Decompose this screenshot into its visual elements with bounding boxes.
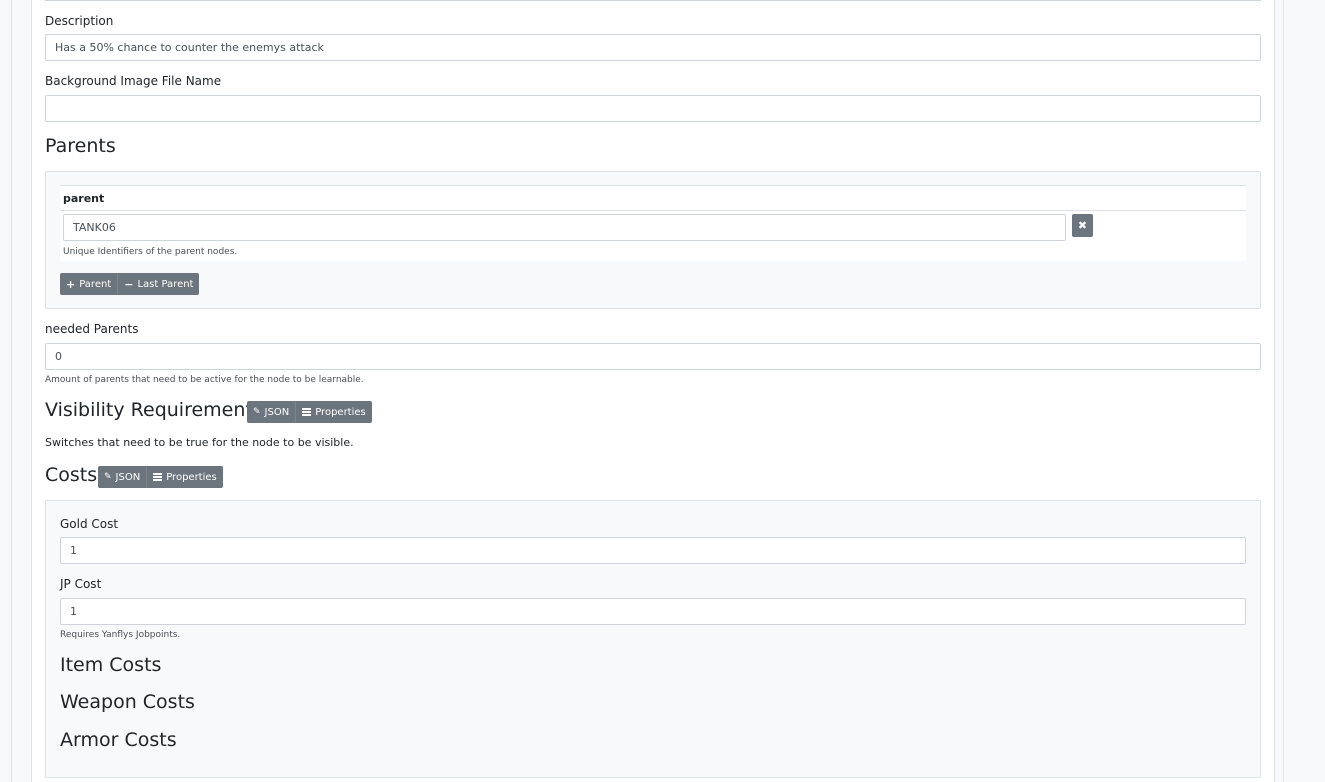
visibility-button-group: ✎ JSON Properties [247, 401, 372, 423]
costs-properties-button[interactable]: Properties [147, 466, 223, 488]
parents-help: Unique Identifiers of the parent nodes. [63, 247, 238, 257]
visibility-json-button[interactable]: ✎ JSON [247, 401, 297, 423]
jp-cost-help: Requires Yanflys Jobpoints. [60, 630, 181, 640]
plus-icon: + [66, 277, 76, 291]
visibility-properties-button[interactable]: Properties [296, 401, 372, 423]
jp-cost-input[interactable]: 1 [60, 598, 1246, 625]
needed-parents-label: needed Parents [45, 322, 139, 336]
gold-cost-label: Gold Cost [60, 517, 119, 531]
pencil-icon: ✎ [253, 406, 261, 417]
add-parent-label: Parent [79, 278, 112, 290]
armor-costs-heading: Armor Costs [60, 729, 177, 751]
visibility-heading: Visibility Requirements [45, 399, 263, 421]
left-sidebar-edge [0, 0, 12, 782]
background-image-input[interactable] [45, 95, 1261, 122]
background-image-label: Background Image File Name [45, 74, 222, 88]
remove-last-parent-label: Last Parent [137, 278, 194, 290]
page: Description Has a 50% chance to counter … [0, 0, 1325, 782]
pencil-icon: ✎ [104, 471, 112, 482]
list-icon [153, 473, 163, 481]
visibility-description: Switches that need to be true for the no… [45, 436, 354, 449]
list-icon [302, 408, 312, 416]
description-label: Description [45, 14, 114, 28]
parent-input[interactable]: TANK06 [63, 214, 1066, 241]
remove-parent-button[interactable]: ✖ [1072, 214, 1093, 237]
costs-properties-label: Properties [166, 471, 217, 483]
costs-json-label: JSON [115, 471, 141, 483]
visibility-json-label: JSON [264, 406, 290, 418]
times-icon: ✖ [1077, 219, 1088, 232]
divider [45, 0, 1261, 1]
weapon-costs-heading: Weapon Costs [60, 691, 195, 713]
costs-json-button[interactable]: ✎ JSON [98, 466, 148, 488]
add-parent-button[interactable]: + Parent [60, 273, 119, 295]
gold-cost-input[interactable]: 1 [60, 537, 1246, 564]
table-header-rule [60, 210, 1246, 211]
costs-heading: Costs [45, 464, 98, 486]
right-gutter [1283, 0, 1325, 782]
description-input[interactable]: Has a 50% chance to counter the enemys a… [45, 34, 1261, 61]
visibility-properties-label: Properties [315, 406, 366, 418]
table-top-rule [60, 185, 1246, 186]
minus-icon: − [124, 277, 134, 291]
parent-column-header: parent [63, 192, 105, 205]
parents-heading: Parents [45, 135, 116, 157]
costs-button-group: ✎ JSON Properties [98, 466, 223, 488]
remove-last-parent-button[interactable]: − Last Parent [118, 273, 200, 295]
item-costs-heading: Item Costs [60, 654, 162, 676]
jp-cost-label: JP Cost [60, 577, 102, 591]
needed-parents-input[interactable]: 0 [45, 343, 1261, 370]
parents-button-group: + Parent − Last Parent [60, 273, 200, 295]
needed-parents-help: Amount of parents that need to be active… [45, 375, 364, 385]
